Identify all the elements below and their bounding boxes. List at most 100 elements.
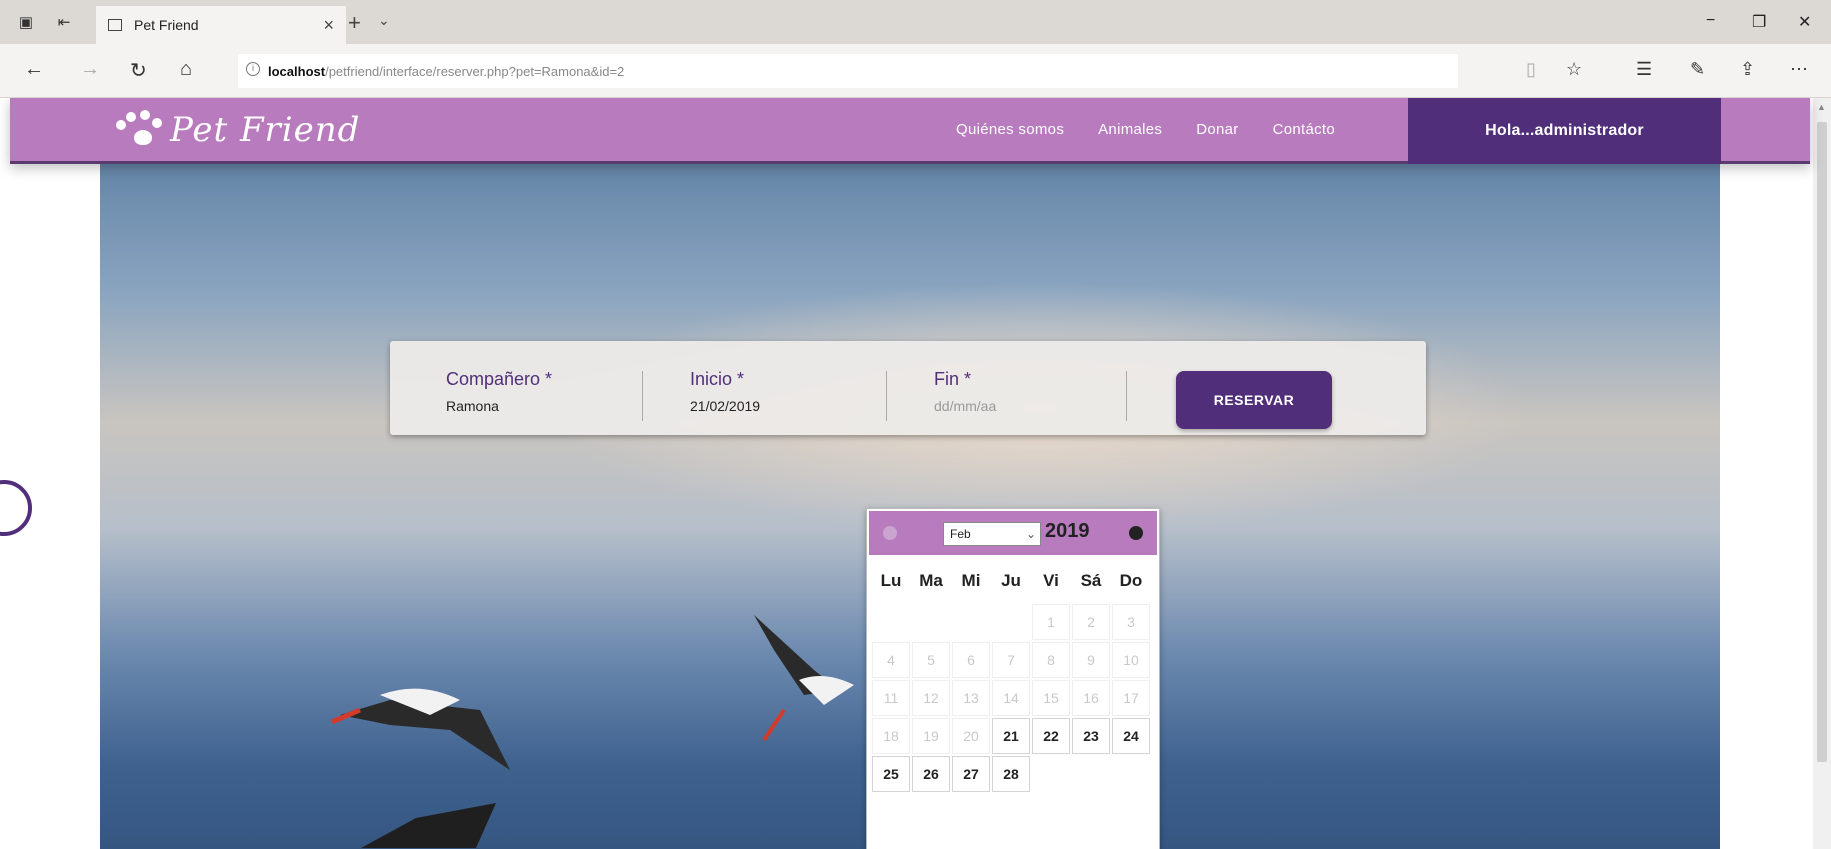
companion-label: Compañero * [446,369,553,389]
start-date-input[interactable]: 21/02/2019 [690,398,760,414]
calendar-day[interactable]: 26 [912,756,950,792]
calendar-day: 10 [1112,642,1150,678]
calendar-day: 16 [1072,680,1110,716]
pen-notes-icon[interactable]: ✎ [1690,59,1705,80]
calendar-day[interactable]: 21 [992,718,1030,754]
menu-item-donar[interactable]: Donar [1196,121,1238,138]
calendar-day: 1 [1032,604,1070,640]
weekday-header: Sá [1080,571,1102,590]
tab-actions-icon[interactable]: ▣ [12,8,40,36]
site-header: Pet Friend Quiénes somos Animales Donar … [10,98,1810,164]
weekday-header: Mi [961,571,981,590]
tab-preview-chevron-icon[interactable]: ⌄ [378,12,390,29]
empty-day-cell [992,604,1030,640]
menu-item-quienes-somos[interactable]: Quiénes somos [956,121,1064,138]
next-month-icon[interactable] [1129,526,1143,540]
forward-icon[interactable]: → [80,58,100,81]
url-input[interactable]: i localhost/petfriend/interface/reserver… [238,54,1458,88]
weekday-header: Vi [1043,571,1059,590]
menu-item-animales[interactable]: Animales [1098,121,1162,138]
weekday-header: Ju [1001,571,1021,590]
calendar-day: 19 [912,718,950,754]
prev-month-icon[interactable] [883,526,897,540]
calendar-day: 6 [952,642,990,678]
field-divider [642,371,643,421]
set-aside-tabs-icon[interactable]: ⇤ [50,8,78,36]
favorites-hub-icon[interactable]: ☰ [1636,59,1652,80]
calendar-day: 4 [872,642,910,678]
empty-day-cell [952,604,990,640]
calendar-day: 18 [872,718,910,754]
companion-value[interactable]: Ramona [446,398,552,414]
month-select[interactable]: Feb ⌄ [943,522,1041,546]
home-icon[interactable]: ⌂ [180,58,192,81]
end-date-label: Fin * [934,369,972,389]
site-info-icon[interactable]: i [246,62,260,76]
page-icon [108,19,122,31]
scroll-up-icon[interactable]: ▲ [1817,102,1826,112]
calendar-day[interactable]: 27 [952,756,990,792]
month-select-value: Feb [950,527,971,541]
page-viewport: Pet Friend Quiénes somos Animales Donar … [0,98,1831,849]
weekday-header: Ma [919,571,943,590]
browser-address-bar: ← → ↻ ⌂ i localhost/petfriend/interface/… [0,44,1831,98]
paw-logo-icon [110,108,164,152]
stork-reflection-image [361,803,496,848]
end-date-input[interactable]: dd/mm/aa [934,398,996,414]
close-tab-icon[interactable]: × [323,15,334,36]
calendar-day: 12 [912,680,950,716]
close-window-icon[interactable]: ✕ [1798,12,1811,32]
site-logo[interactable]: Pet Friend [110,108,360,152]
calendar-day: 7 [992,642,1030,678]
calendar-day: 13 [952,680,990,716]
calendar-day: 5 [912,642,950,678]
tab-title: Pet Friend [134,17,199,33]
url-path: /petfriend/interface/reserver.php?pet=Ra… [325,63,625,79]
weekday-header: Lu [880,571,902,590]
minimize-icon[interactable]: − [1706,12,1715,30]
browser-tab-pet-friend[interactable]: Pet Friend × [96,6,346,44]
calendar-day: 20 [952,718,990,754]
end-date-field[interactable]: Fin * dd/mm/aa [934,369,996,414]
calendar-grid: Lu Ma Mi Ju Vi Sá Do 1 2 3 4 5 6 7 8 9 10 11 12 13 14 15 16 17 1… [871,559,1151,793]
stork-image [754,615,854,742]
date-picker-header: Feb ⌄ 2019 [869,511,1157,555]
calendar-day: 9 [1072,642,1110,678]
field-divider [1126,371,1127,421]
url-host: localhost [268,63,326,79]
calendar-day[interactable]: 24 [1112,718,1150,754]
calendar-day[interactable]: 23 [1072,718,1110,754]
more-menu-icon[interactable]: ⋯ [1790,59,1808,80]
calendar-day[interactable]: 28 [992,756,1030,792]
reservar-button[interactable]: RESERVAR [1176,371,1332,429]
field-divider [886,371,887,421]
date-picker: Feb ⌄ 2019 Lu Ma Mi Ju Vi Sá Do 1 2 3 4 5 6 7 8 9 10 11 12… [866,508,1160,849]
page-scrollbar[interactable]: ▲ [1813,98,1831,849]
back-icon[interactable]: ← [24,58,44,81]
calendar-day: 11 [872,680,910,716]
menu-item-contacto[interactable]: Contácto [1273,121,1335,138]
weekday-header: Do [1119,571,1143,590]
main-menu: Quiénes somos Animales Donar Contácto [956,121,1335,138]
calendar-day: 14 [992,680,1030,716]
companion-field[interactable]: Compañero * Ramona [446,369,552,414]
share-icon[interactable]: ⇪ [1740,59,1755,80]
chevron-down-icon: ⌄ [1025,527,1036,541]
start-date-field[interactable]: Inicio * 21/02/2019 [690,369,760,414]
carousel-control-circle[interactable] [0,480,32,536]
new-tab-icon[interactable]: + [348,10,361,36]
refresh-icon[interactable]: ↻ [130,58,147,83]
year-label: 2019 [1045,520,1090,542]
user-greeting-button[interactable]: Hola...administrador [1408,98,1721,164]
favorite-star-icon[interactable]: ☆ [1566,59,1582,80]
brand-name: Pet Friend [170,110,361,150]
reading-view-icon[interactable]: ▯ [1526,59,1536,80]
reservation-form: Compañero * Ramona Inicio * 21/02/2019 F… [390,341,1426,435]
calendar-day[interactable]: 22 [1032,718,1070,754]
start-date-label: Inicio * [690,369,745,389]
calendar-day: 15 [1032,680,1070,716]
calendar-day[interactable]: 25 [872,756,910,792]
scrollbar-thumb[interactable] [1817,122,1827,762]
maximize-icon[interactable]: ❐ [1752,12,1766,32]
calendar-day: 3 [1112,604,1150,640]
